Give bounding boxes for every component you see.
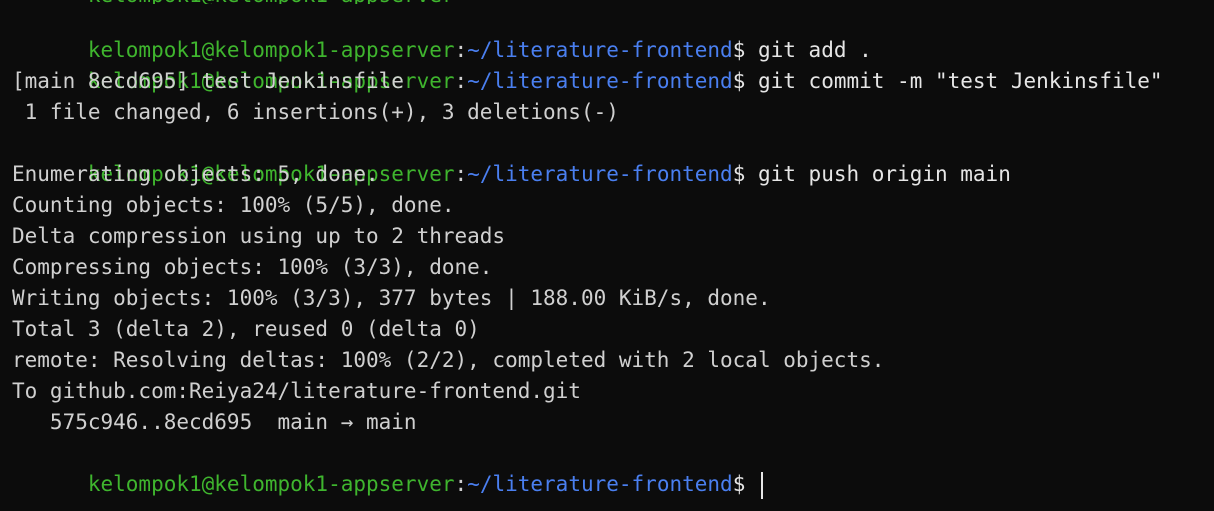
output-line: Writing objects: 100% (3/3), 377 bytes |… xyxy=(12,286,771,310)
prompt-symbol: $ xyxy=(732,38,758,62)
prompt-path: ~/literature-frontend xyxy=(467,162,733,186)
output-line: Compressing objects: 100% (3/3), done. xyxy=(12,255,493,279)
command-text: git add . xyxy=(757,38,872,62)
terminal-line-active-prompt[interactable]: kelompok1@kelompok1-appserver:~/literatu… xyxy=(12,438,1163,499)
prompt-separator: : xyxy=(454,162,468,186)
prompt-path: ~/literature-frontend xyxy=(467,69,733,93)
terminal-window[interactable]: kelompok1@kelompok1-appserver kelompok1@… xyxy=(0,0,1214,511)
terminal-output: kelompok1@kelompok1-appserver kelompok1@… xyxy=(12,0,1163,499)
prompt-path: ~/literature-frontend xyxy=(467,38,733,62)
prompt-symbol: $ xyxy=(732,162,758,186)
terminal-line-prompt: kelompok1@kelompok1-appserver:~/literatu… xyxy=(12,128,1163,186)
output-line: 575c946..8ecd695 main → main xyxy=(12,410,417,434)
prompt-user-host: kelompok1@kelompok1-appserver xyxy=(87,38,455,62)
prompt-user-host: kelompok1@kelompok1-appserver xyxy=(88,0,455,4)
prompt-path: ~/literature-frontend xyxy=(467,472,733,496)
command-text: git commit -m "test Jenkinsfile" xyxy=(757,69,1163,93)
output-line: 1 file changed, 6 insertions(+), 3 delet… xyxy=(12,100,619,124)
prompt-separator: : xyxy=(454,472,468,496)
output-line: Total 3 (delta 2), reused 0 (delta 0) xyxy=(12,317,480,341)
prompt-symbol: $ xyxy=(732,472,758,496)
prompt-symbol: $ xyxy=(732,69,758,93)
output-line: To github.com:Reiya24/literature-fronten… xyxy=(12,379,581,403)
command-text: git push origin main xyxy=(757,162,1011,186)
prompt-user-host: kelompok1@kelompok1-appserver xyxy=(87,472,455,496)
text-cursor[interactable] xyxy=(760,471,763,499)
prompt-separator: : xyxy=(454,38,468,62)
terminal-line-prompt: kelompok1@kelompok1-appserver:~/literatu… xyxy=(12,4,1163,62)
output-line: Delta compression using up to 2 threads xyxy=(12,224,506,248)
prompt-separator: : xyxy=(454,69,468,93)
output-line: remote: Resolving deltas: 100% (2/2), co… xyxy=(12,348,885,372)
output-line: Counting objects: 100% (5/5), done. xyxy=(12,193,455,217)
